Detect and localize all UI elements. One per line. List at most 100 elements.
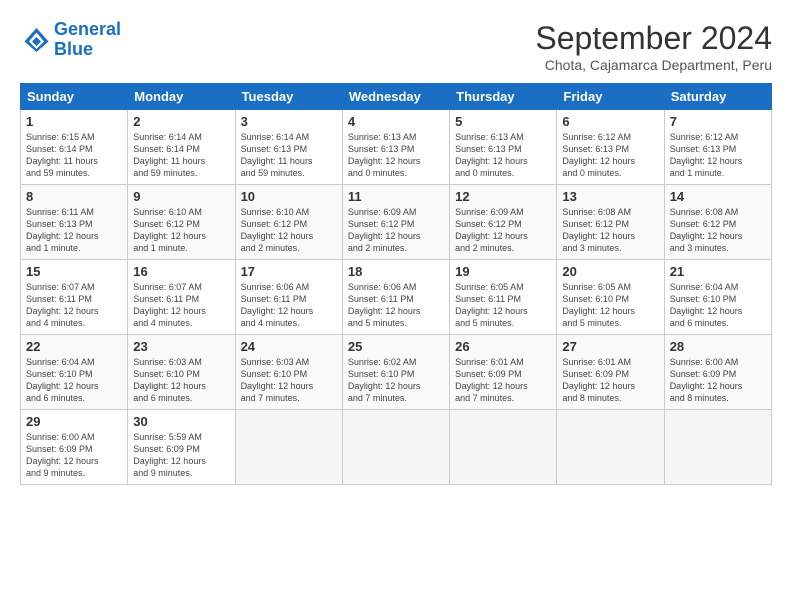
header-sunday: Sunday (21, 84, 128, 110)
calendar-cell: 21 Sunrise: 6:04 AM Sunset: 6:10 PM Dayli… (664, 260, 771, 335)
day-info: Sunrise: 6:06 AM Sunset: 6:11 PM Dayligh… (241, 281, 337, 330)
day-number: 13 (562, 189, 658, 204)
calendar-cell: 11 Sunrise: 6:09 AM Sunset: 6:12 PM Dayli… (342, 185, 449, 260)
calendar-cell: 13 Sunrise: 6:08 AM Sunset: 6:12 PM Dayli… (557, 185, 664, 260)
calendar-cell (557, 410, 664, 485)
day-number: 12 (455, 189, 551, 204)
calendar-cell: 26 Sunrise: 6:01 AM Sunset: 6:09 PM Dayli… (450, 335, 557, 410)
day-info: Sunrise: 6:03 AM Sunset: 6:10 PM Dayligh… (241, 356, 337, 405)
day-info: Sunrise: 6:04 AM Sunset: 6:10 PM Dayligh… (670, 281, 766, 330)
day-info: Sunrise: 6:02 AM Sunset: 6:10 PM Dayligh… (348, 356, 444, 405)
day-number: 21 (670, 264, 766, 279)
day-info: Sunrise: 6:11 AM Sunset: 6:13 PM Dayligh… (26, 206, 122, 255)
day-number: 2 (133, 114, 229, 129)
logo: General Blue (20, 20, 121, 60)
day-info: Sunrise: 6:07 AM Sunset: 6:11 PM Dayligh… (133, 281, 229, 330)
day-number: 26 (455, 339, 551, 354)
calendar-cell: 10 Sunrise: 6:10 AM Sunset: 6:12 PM Dayli… (235, 185, 342, 260)
calendar-cell: 18 Sunrise: 6:06 AM Sunset: 6:11 PM Dayli… (342, 260, 449, 335)
day-info: Sunrise: 6:14 AM Sunset: 6:14 PM Dayligh… (133, 131, 229, 180)
calendar-cell: 6 Sunrise: 6:12 AM Sunset: 6:13 PM Daylig… (557, 110, 664, 185)
header-wednesday: Wednesday (342, 84, 449, 110)
day-info: Sunrise: 6:05 AM Sunset: 6:11 PM Dayligh… (455, 281, 551, 330)
day-number: 30 (133, 414, 229, 429)
calendar-cell: 29 Sunrise: 6:00 AM Sunset: 6:09 PM Dayli… (21, 410, 128, 485)
day-number: 28 (670, 339, 766, 354)
header-thursday: Thursday (450, 84, 557, 110)
week-row-3: 15 Sunrise: 6:07 AM Sunset: 6:11 PM Dayli… (21, 260, 772, 335)
day-info: Sunrise: 6:13 AM Sunset: 6:13 PM Dayligh… (348, 131, 444, 180)
calendar-cell: 5 Sunrise: 6:13 AM Sunset: 6:13 PM Daylig… (450, 110, 557, 185)
header-row: SundayMondayTuesdayWednesdayThursdayFrid… (21, 84, 772, 110)
day-info: Sunrise: 6:06 AM Sunset: 6:11 PM Dayligh… (348, 281, 444, 330)
day-info: Sunrise: 6:08 AM Sunset: 6:12 PM Dayligh… (562, 206, 658, 255)
calendar-cell: 19 Sunrise: 6:05 AM Sunset: 6:11 PM Dayli… (450, 260, 557, 335)
day-number: 4 (348, 114, 444, 129)
page: General Blue September 2024 Chota, Cajam… (0, 0, 792, 612)
calendar-cell: 22Sunrise: 6:04 AM Sunset: 6:10 PM Dayli… (21, 335, 128, 410)
day-info: Sunrise: 6:03 AM Sunset: 6:10 PM Dayligh… (133, 356, 229, 405)
day-number: 7 (670, 114, 766, 129)
day-info: Sunrise: 6:14 AM Sunset: 6:13 PM Dayligh… (241, 131, 337, 180)
calendar-title: September 2024 (535, 20, 772, 57)
day-number: 15 (26, 264, 122, 279)
day-number: 19 (455, 264, 551, 279)
calendar-cell (664, 410, 771, 485)
day-info: Sunrise: 6:07 AM Sunset: 6:11 PM Dayligh… (26, 281, 122, 330)
calendar-cell: 4 Sunrise: 6:13 AM Sunset: 6:13 PM Daylig… (342, 110, 449, 185)
logo-line1: General (54, 19, 121, 39)
day-number: 29 (26, 414, 122, 429)
day-number: 11 (348, 189, 444, 204)
day-number: 27 (562, 339, 658, 354)
day-info: Sunrise: 6:09 AM Sunset: 6:12 PM Dayligh… (348, 206, 444, 255)
day-info: Sunrise: 6:00 AM Sunset: 6:09 PM Dayligh… (26, 431, 122, 480)
day-number: 9 (133, 189, 229, 204)
day-number: 25 (348, 339, 444, 354)
day-info: Sunrise: 5:59 AM Sunset: 6:09 PM Dayligh… (133, 431, 229, 480)
day-number: 17 (241, 264, 337, 279)
calendar-cell: 27 Sunrise: 6:01 AM Sunset: 6:09 PM Dayli… (557, 335, 664, 410)
day-info: Sunrise: 6:09 AM Sunset: 6:12 PM Dayligh… (455, 206, 551, 255)
day-number: 20 (562, 264, 658, 279)
day-number: 8 (26, 189, 122, 204)
calendar-cell: 2 Sunrise: 6:14 AM Sunset: 6:14 PM Daylig… (128, 110, 235, 185)
day-number: 14 (670, 189, 766, 204)
day-number: 1 (26, 114, 122, 129)
day-info: Sunrise: 6:01 AM Sunset: 6:09 PM Dayligh… (562, 356, 658, 405)
calendar-cell: 3 Sunrise: 6:14 AM Sunset: 6:13 PM Daylig… (235, 110, 342, 185)
day-number: 3 (241, 114, 337, 129)
calendar-cell: 20 Sunrise: 6:05 AM Sunset: 6:10 PM Dayli… (557, 260, 664, 335)
calendar-cell (235, 410, 342, 485)
calendar-cell: 9Sunrise: 6:10 AM Sunset: 6:12 PM Daylig… (128, 185, 235, 260)
day-info: Sunrise: 6:05 AM Sunset: 6:10 PM Dayligh… (562, 281, 658, 330)
day-info: Sunrise: 6:01 AM Sunset: 6:09 PM Dayligh… (455, 356, 551, 405)
day-info: Sunrise: 6:13 AM Sunset: 6:13 PM Dayligh… (455, 131, 551, 180)
calendar-cell: 7 Sunrise: 6:12 AM Sunset: 6:13 PM Daylig… (664, 110, 771, 185)
title-block: September 2024 Chota, Cajamarca Departme… (535, 20, 772, 73)
header: General Blue September 2024 Chota, Cajam… (20, 20, 772, 73)
header-saturday: Saturday (664, 84, 771, 110)
calendar-cell: 23Sunrise: 6:03 AM Sunset: 6:10 PM Dayli… (128, 335, 235, 410)
calendar-cell (342, 410, 449, 485)
calendar-cell: 15 Sunrise: 6:07 AM Sunset: 6:11 PM Dayli… (21, 260, 128, 335)
calendar-cell: 1Sunrise: 6:15 AM Sunset: 6:14 PM Daylig… (21, 110, 128, 185)
day-info: Sunrise: 6:10 AM Sunset: 6:12 PM Dayligh… (241, 206, 337, 255)
logo-icon (20, 25, 50, 55)
calendar-cell: 17 Sunrise: 6:06 AM Sunset: 6:11 PM Dayli… (235, 260, 342, 335)
calendar-cell: 25 Sunrise: 6:02 AM Sunset: 6:10 PM Dayli… (342, 335, 449, 410)
header-monday: Monday (128, 84, 235, 110)
calendar-cell: 30 Sunrise: 5:59 AM Sunset: 6:09 PM Dayli… (128, 410, 235, 485)
day-number: 18 (348, 264, 444, 279)
day-number: 5 (455, 114, 551, 129)
day-info: Sunrise: 6:12 AM Sunset: 6:13 PM Dayligh… (562, 131, 658, 180)
logo-line2: Blue (54, 39, 93, 59)
day-info: Sunrise: 6:12 AM Sunset: 6:13 PM Dayligh… (670, 131, 766, 180)
logo-text: General Blue (54, 20, 121, 60)
week-row-5: 29 Sunrise: 6:00 AM Sunset: 6:09 PM Dayli… (21, 410, 772, 485)
calendar-cell: 16Sunrise: 6:07 AM Sunset: 6:11 PM Dayli… (128, 260, 235, 335)
day-number: 6 (562, 114, 658, 129)
day-info: Sunrise: 6:08 AM Sunset: 6:12 PM Dayligh… (670, 206, 766, 255)
day-number: 10 (241, 189, 337, 204)
week-row-1: 1Sunrise: 6:15 AM Sunset: 6:14 PM Daylig… (21, 110, 772, 185)
header-friday: Friday (557, 84, 664, 110)
